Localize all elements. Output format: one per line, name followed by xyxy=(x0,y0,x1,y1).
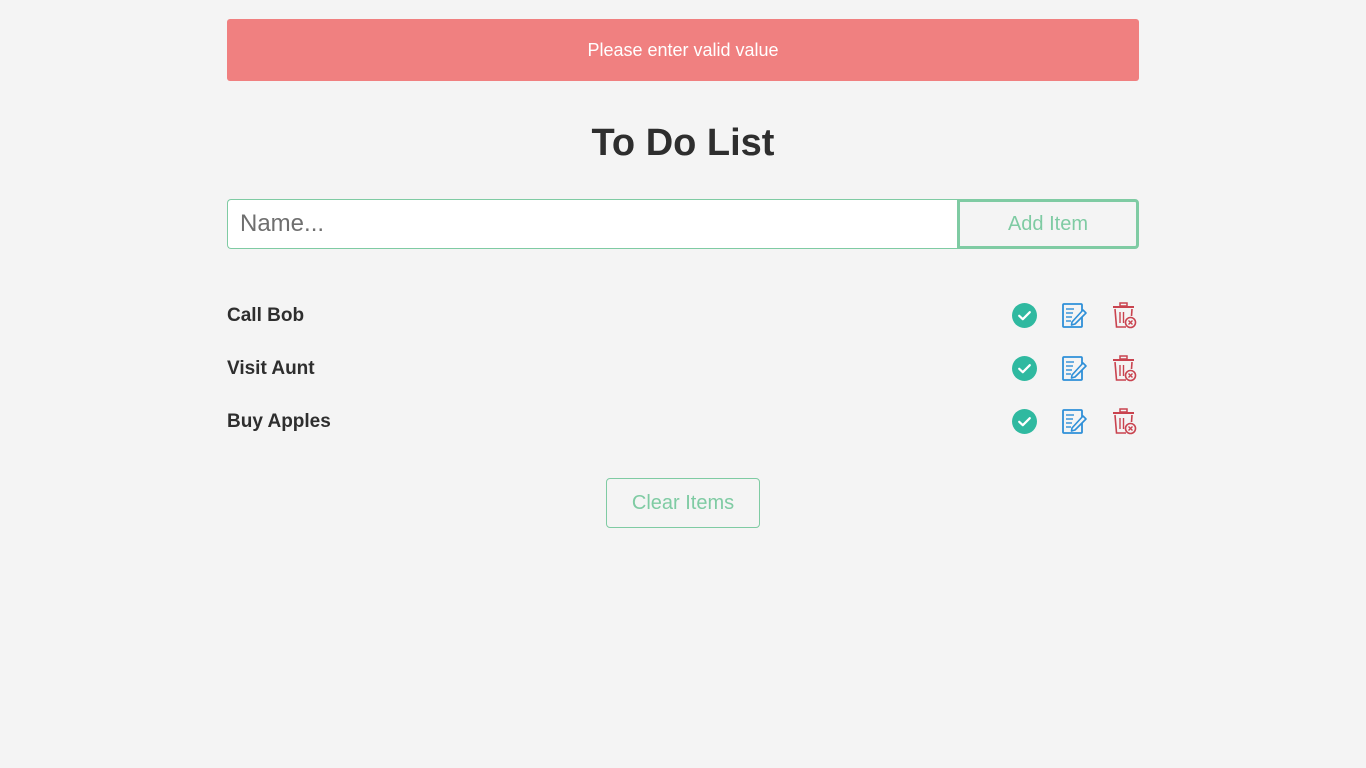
todo-list: Call Bob Visit Aunt Buy Apples xyxy=(227,289,1139,448)
item-label: Call Bob xyxy=(227,304,305,326)
list-item: Visit Aunt xyxy=(227,342,1139,395)
check-circle-icon[interactable] xyxy=(1010,408,1038,436)
app-container: Please enter valid value To Do List Add … xyxy=(227,19,1139,528)
item-actions xyxy=(1010,355,1139,383)
add-item-button[interactable]: Add Item xyxy=(957,199,1139,249)
item-label: Buy Apples xyxy=(227,410,331,432)
list-item: Call Bob xyxy=(227,289,1139,342)
alert-message: Please enter valid value xyxy=(587,39,779,60)
edit-document-icon[interactable] xyxy=(1060,302,1088,330)
page-title: To Do List xyxy=(591,122,775,164)
alert-banner: Please enter valid value xyxy=(227,19,1139,81)
check-circle-icon[interactable] xyxy=(1010,302,1038,330)
item-label: Visit Aunt xyxy=(227,357,315,379)
item-actions xyxy=(1010,302,1139,330)
clear-items-wrapper: Clear Items xyxy=(227,478,1139,528)
trash-icon[interactable] xyxy=(1110,408,1138,436)
edit-document-icon[interactable] xyxy=(1060,355,1088,383)
edit-document-icon[interactable] xyxy=(1060,408,1088,436)
item-actions xyxy=(1010,408,1139,436)
item-name-input[interactable] xyxy=(227,199,957,249)
list-item: Buy Apples xyxy=(227,395,1139,448)
trash-icon[interactable] xyxy=(1110,355,1138,383)
trash-icon[interactable] xyxy=(1110,302,1138,330)
clear-items-button[interactable]: Clear Items xyxy=(606,478,760,528)
check-circle-icon[interactable] xyxy=(1010,355,1038,383)
add-item-form: Add Item xyxy=(227,199,1139,249)
